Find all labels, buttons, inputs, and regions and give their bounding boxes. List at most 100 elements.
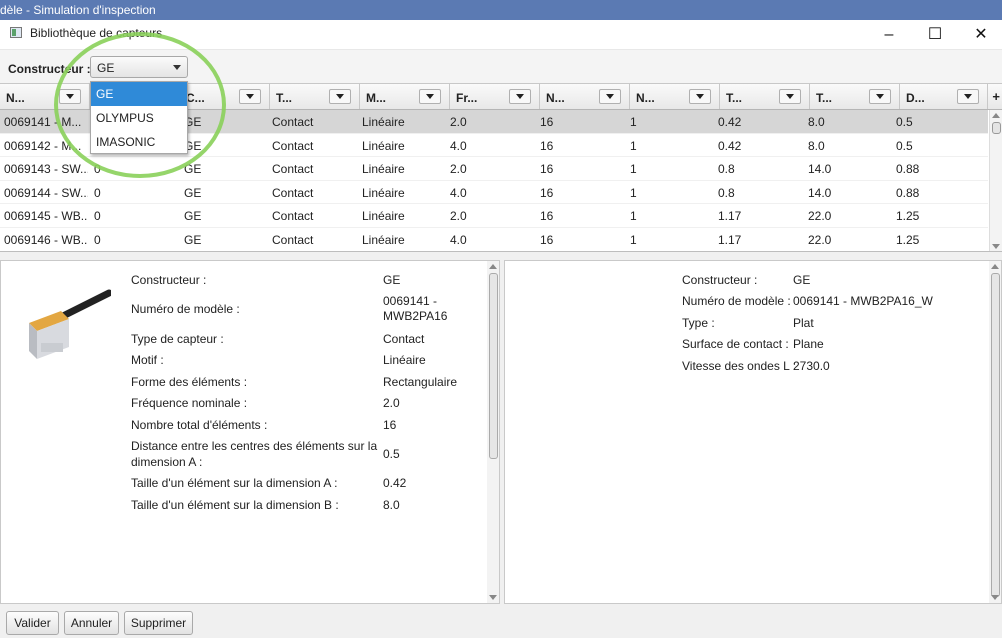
table-cell: 1.17 [718, 233, 742, 247]
table-cell: Contact [272, 209, 314, 224]
table-cell: 1.25 [896, 209, 920, 224]
label-distance-line1: Distance entre les centres des éléments … [131, 439, 378, 453]
maximize-icon[interactable]: ☐ [912, 20, 958, 50]
table-cell: 0.5 [896, 138, 913, 153]
column-menu-icon[interactable] [239, 89, 261, 104]
annuler-button[interactable]: Annuler [64, 611, 119, 635]
value-motif: Linéaire [383, 353, 426, 367]
value-forme: Rectangulaire [383, 375, 458, 389]
label-taille-b: Taille d'un élément sur la dimension B : [131, 498, 339, 512]
table-row[interactable]: 0069146 - WB... 0 GE Contact Linéaire 4.0 16 1 1… [0, 228, 988, 251]
dropdown-option-ge[interactable]: GE [91, 82, 187, 106]
value-modele-line2: MWB2PA16 [383, 309, 448, 323]
table-cell: GE [184, 185, 202, 200]
column-menu-icon[interactable] [957, 89, 979, 104]
table-cell: Linéaire [362, 209, 405, 224]
column-header[interactable]: T... [810, 84, 900, 109]
label-nombre: Nombre total d'éléments : [131, 418, 268, 432]
column-header[interactable]: C... [180, 84, 270, 109]
sensor-specs-panel: Constructeur : GE Numéro de modèle : 006… [504, 260, 1002, 604]
column-header[interactable]: N... [630, 84, 720, 109]
table-cell: 0.42 [718, 138, 742, 153]
value-type-right: Plat [793, 316, 814, 330]
table-cell: 22.0 [808, 209, 832, 224]
value-vitesse: 2730.0 [793, 359, 830, 373]
column-menu-icon[interactable] [509, 89, 531, 104]
value-constructeur-right: GE [793, 273, 811, 287]
table-cell: GE [184, 115, 202, 129]
table-row[interactable]: 0069143 - SW... 0 GE Contact Linéaire 2.0 16 1 0… [0, 157, 988, 181]
column-header[interactable]: M... [360, 84, 450, 109]
column-header[interactable]: N... [0, 84, 90, 109]
supprimer-button[interactable]: Supprimer [124, 611, 193, 635]
table-cell: 0.42 [718, 115, 742, 129]
table-cell: 0069146 - WB... [4, 233, 88, 247]
table-cell: 22.0 [808, 233, 832, 247]
label-vitesse: Vitesse des ondes L : [682, 359, 797, 373]
table-cell: 2.0 [450, 115, 467, 129]
specs-scrollbar[interactable] [989, 261, 1001, 603]
column-menu-icon[interactable] [689, 89, 711, 104]
label-type-right: Type : [682, 316, 715, 330]
dropdown-option-olympus[interactable]: OLYMPUS [91, 106, 187, 130]
table-cell: GE [184, 233, 202, 247]
combo-value: GE [97, 61, 115, 75]
table-cell: 1 [630, 185, 637, 200]
column-menu-icon[interactable] [59, 89, 81, 104]
column-header[interactable]: T... [270, 84, 360, 109]
table-cell: GE [184, 138, 202, 153]
table-scrollbar[interactable] [989, 110, 1002, 251]
table-cell: 2.0 [450, 162, 467, 177]
add-column-icon[interactable]: + [992, 89, 1000, 104]
column-menu-icon[interactable] [779, 89, 801, 104]
constructeur-dropdown: GE OLYMPUS IMASONIC [90, 81, 188, 154]
label-constructeur-right: Constructeur : [682, 273, 758, 287]
table-cell: 0069144 - SW... [4, 185, 88, 200]
table-cell: 16 [540, 138, 554, 153]
table-cell: 0.8 [718, 185, 735, 200]
close-icon[interactable]: ✕ [958, 20, 1002, 50]
table-cell: 1 [630, 162, 637, 177]
table-cell: 14.0 [808, 162, 832, 177]
dropdown-option-imasonic[interactable]: IMASONIC [91, 130, 187, 154]
label-type: Type de capteur : [131, 332, 224, 346]
valider-button[interactable]: Valider [6, 611, 59, 635]
label-surface: Surface de contact : [682, 337, 789, 351]
label-taille-a: Taille d'un élément sur la dimension A : [131, 476, 338, 490]
table-row[interactable]: 0069145 - WB... 0 GE Contact Linéaire 2.0 16 1 1… [0, 204, 988, 228]
label-distance-line2: dimension A : [131, 455, 203, 469]
column-menu-icon[interactable] [419, 89, 441, 104]
sensor-image [13, 271, 113, 367]
value-distance: 0.5 [383, 447, 400, 461]
filter-toolbar: Constructeur : GE [0, 50, 1002, 84]
column-menu-icon[interactable] [869, 89, 891, 104]
table-row[interactable]: 0069144 - SW... 0 GE Contact Linéaire 4.0 16 1 0… [0, 181, 988, 205]
table-cell: 0 [94, 209, 101, 224]
column-header[interactable]: T... [720, 84, 810, 109]
app-icon [10, 27, 22, 38]
column-menu-icon[interactable] [599, 89, 621, 104]
details-scrollbar[interactable] [487, 261, 499, 603]
value-nombre: 16 [383, 418, 397, 432]
column-menu-icon[interactable] [329, 89, 351, 104]
minimize-icon[interactable]: – [866, 20, 912, 50]
table-cell: GE [184, 162, 202, 177]
column-header[interactable]: N... [540, 84, 630, 109]
table-cell: 4.0 [450, 138, 467, 153]
table-cell: 0 [94, 185, 101, 200]
label-modele: Numéro de modèle : [131, 302, 240, 316]
column-header[interactable]: D... [900, 84, 988, 109]
column-header[interactable]: Fr... [450, 84, 540, 109]
table-cell: 0069145 - WB... [4, 209, 88, 224]
table-cell: 0.88 [896, 162, 920, 177]
table-cell: 0.5 [896, 115, 913, 129]
value-type: Contact [383, 332, 425, 346]
table-cell: 0 [94, 162, 101, 177]
value-taille-a: 0.42 [383, 476, 407, 490]
constructeur-combo[interactable]: GE [90, 56, 188, 78]
table-cell: 0069142 - M... [4, 138, 82, 153]
table-cell: 1.25 [896, 233, 920, 247]
dialog-title: Bibliothèque de capteurs [30, 26, 163, 40]
table-cell: 0.88 [896, 185, 920, 200]
table-cell: Contact [272, 138, 314, 153]
